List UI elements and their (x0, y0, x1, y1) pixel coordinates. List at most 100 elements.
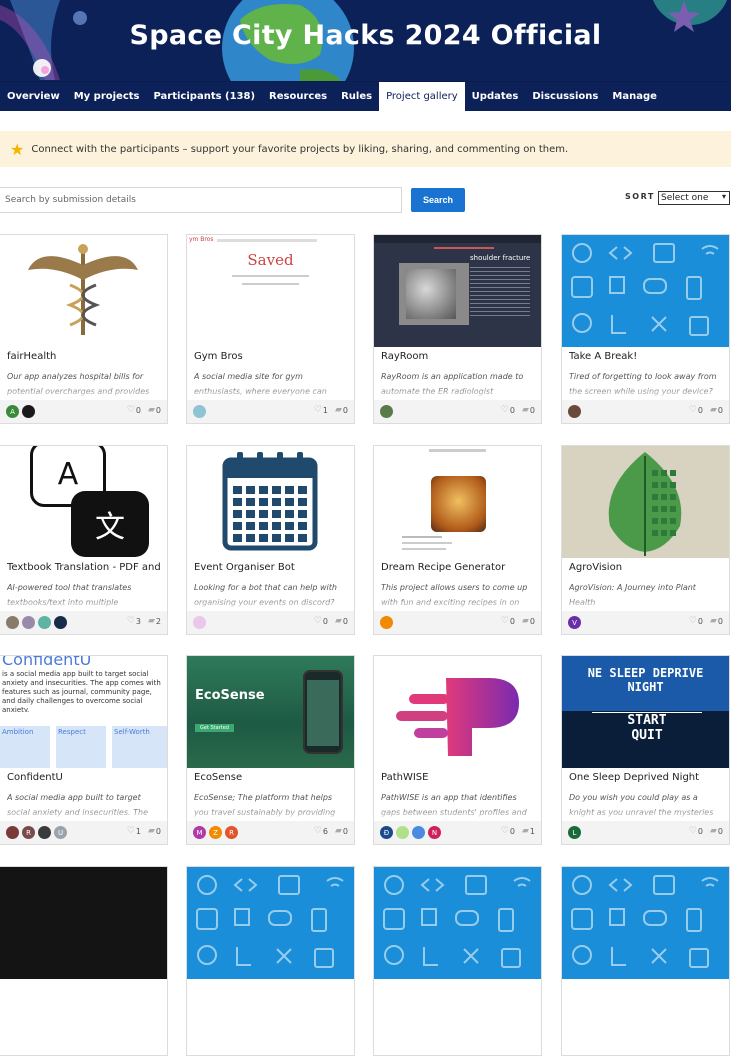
heart-icon[interactable]: ♡ (501, 826, 509, 836)
comment-icon[interactable]: ▰ (148, 616, 155, 626)
avatar[interactable]: M (193, 826, 206, 839)
project-thumbnail[interactable]: ym Bros Saved (187, 235, 354, 347)
project-card[interactable]: A 文 Textbook Translation - PDF and AI-po… (0, 445, 168, 635)
project-card[interactable] (373, 866, 542, 1056)
project-title[interactable]: PathWISE (381, 772, 428, 783)
project-thumbnail[interactable] (187, 446, 354, 558)
comment-icon[interactable]: ▰ (522, 616, 529, 626)
project-card[interactable]: ConfidentU is a social media app built t… (0, 655, 168, 845)
tab-5[interactable]: Project gallery (379, 82, 465, 111)
tab-1[interactable]: My projects (67, 82, 147, 111)
avatar[interactable] (380, 616, 393, 629)
project-title[interactable]: EcoSense (194, 772, 242, 783)
tab-4[interactable]: Rules (334, 82, 379, 111)
project-title[interactable]: fairHealth (7, 351, 56, 362)
heart-icon[interactable]: ♡ (689, 826, 697, 836)
project-card[interactable]: AgroVision AgroVision: A Journey into Pl… (561, 445, 730, 635)
project-card[interactable]: fairHealth Our app analyzes hospital bil… (0, 234, 168, 424)
heart-icon[interactable]: ♡ (127, 826, 135, 836)
project-thumbnail[interactable] (374, 867, 541, 979)
project-thumbnail[interactable] (562, 867, 729, 979)
avatar[interactable]: R (225, 826, 238, 839)
tab-2[interactable]: Participants (138) (146, 82, 262, 111)
avatar[interactable]: Z (209, 826, 222, 839)
project-thumbnail[interactable] (562, 446, 729, 558)
comment-icon[interactable]: ▰ (522, 826, 529, 836)
comment-icon[interactable]: ▰ (710, 826, 717, 836)
project-card[interactable]: EcoSense Get Started EcoSense EcoSense; … (186, 655, 355, 845)
comment-icon[interactable]: ▰ (335, 826, 342, 836)
avatar[interactable]: U (54, 826, 67, 839)
project-title[interactable]: ConfidentU (7, 772, 63, 783)
heart-icon[interactable]: ♡ (501, 616, 509, 626)
project-card[interactable] (186, 866, 355, 1056)
avatar[interactable]: N (428, 826, 441, 839)
avatar[interactable]: A (6, 405, 19, 418)
project-thumbnail[interactable] (187, 867, 354, 979)
avatar[interactable]: L (568, 826, 581, 839)
tab-6[interactable]: Updates (465, 82, 526, 111)
search-button[interactable]: Search (411, 188, 465, 212)
project-thumbnail[interactable] (0, 867, 167, 979)
project-card[interactable]: shoulder fracture RayRoom RayRoom is an … (373, 234, 542, 424)
comment-icon[interactable]: ▰ (148, 405, 155, 415)
comment-icon[interactable]: ▰ (710, 616, 717, 626)
comment-icon[interactable]: ▰ (710, 405, 717, 415)
heart-icon[interactable]: ♡ (314, 826, 322, 836)
avatar[interactable]: Đ (380, 826, 393, 839)
sort-select[interactable]: Select one ▾ (658, 191, 730, 205)
comment-icon[interactable]: ▰ (522, 405, 529, 415)
project-thumbnail[interactable]: ConfidentU is a social media app built t… (0, 656, 167, 768)
avatar[interactable] (568, 405, 581, 418)
project-card[interactable]: Take A Break! Tired of forgetting to loo… (561, 234, 730, 424)
project-card[interactable] (0, 866, 168, 1056)
project-title[interactable]: AgroVision (569, 562, 622, 573)
project-thumbnail[interactable]: NE SLEEP DEPRIVE NIGHT START QUIT (562, 656, 729, 768)
heart-icon[interactable]: ♡ (689, 405, 697, 415)
project-card[interactable]: Dream Recipe Generator This project allo… (373, 445, 542, 635)
project-thumbnail[interactable] (562, 235, 729, 347)
avatar[interactable] (380, 405, 393, 418)
search-input[interactable] (0, 187, 402, 213)
avatar[interactable] (412, 826, 425, 839)
project-thumbnail[interactable] (374, 446, 541, 558)
heart-icon[interactable]: ♡ (314, 405, 322, 415)
project-title[interactable]: Take A Break! (569, 351, 637, 362)
heart-icon[interactable]: ♡ (501, 405, 509, 415)
comment-icon[interactable]: ▰ (335, 616, 342, 626)
project-thumbnail[interactable] (374, 656, 541, 768)
project-card[interactable] (561, 866, 730, 1056)
project-title[interactable]: Event Organiser Bot (194, 562, 295, 573)
project-title[interactable]: One Sleep Deprived Night (569, 772, 699, 783)
avatar[interactable] (6, 616, 19, 629)
avatar[interactable] (22, 405, 35, 418)
tab-0[interactable]: Overview (0, 82, 67, 111)
comment-icon[interactable]: ▰ (335, 405, 342, 415)
project-title[interactable]: Textbook Translation - PDF and (7, 562, 161, 573)
avatar[interactable]: V (568, 616, 581, 629)
avatar[interactable] (193, 405, 206, 418)
avatar[interactable] (193, 616, 206, 629)
avatar[interactable] (54, 616, 67, 629)
project-thumbnail[interactable]: shoulder fracture (374, 235, 541, 347)
project-card[interactable]: PathWISE PathWISE is an app that identif… (373, 655, 542, 845)
avatar[interactable] (22, 616, 35, 629)
project-thumbnail[interactable]: EcoSense Get Started (187, 656, 354, 768)
tab-8[interactable]: Manage (605, 82, 664, 111)
project-card[interactable]: Event Organiser Bot Looking for a bot th… (186, 445, 355, 635)
project-thumbnail[interactable] (0, 235, 167, 347)
heart-icon[interactable]: ♡ (314, 616, 322, 626)
project-card[interactable]: ym Bros Saved Gym Bros A social media si… (186, 234, 355, 424)
project-thumbnail[interactable]: A 文 (0, 446, 167, 558)
comment-icon[interactable]: ▰ (148, 826, 155, 836)
avatar[interactable] (6, 826, 19, 839)
avatar[interactable] (396, 826, 409, 839)
project-title[interactable]: Dream Recipe Generator (381, 562, 505, 573)
avatar[interactable] (38, 826, 51, 839)
heart-icon[interactable]: ♡ (689, 616, 697, 626)
project-title[interactable]: Gym Bros (194, 351, 243, 362)
avatar[interactable] (38, 616, 51, 629)
project-card[interactable]: NE SLEEP DEPRIVE NIGHT START QUIT One Sl… (561, 655, 730, 845)
tab-3[interactable]: Resources (262, 82, 334, 111)
project-title[interactable]: RayRoom (381, 351, 428, 362)
